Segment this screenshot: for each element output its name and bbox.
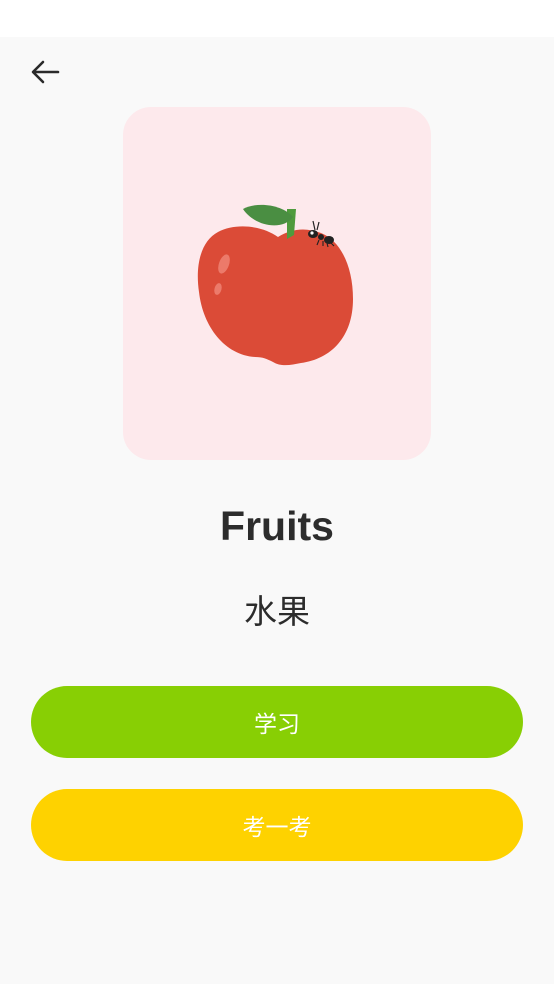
- quiz-button-label: 考一考: [242, 815, 312, 841]
- page-title: Fruits: [220, 503, 334, 549]
- back-arrow-icon: [31, 60, 60, 84]
- fruit-image-card: [123, 107, 431, 460]
- page-subtitle: 水果: [244, 592, 310, 631]
- status-bar: [0, 0, 554, 37]
- back-button[interactable]: [26, 54, 64, 90]
- apple-icon: [197, 204, 353, 366]
- quiz-button[interactable]: 考一考: [31, 789, 523, 861]
- learn-button-label: 学习: [254, 712, 300, 738]
- learn-button[interactable]: 学习: [31, 686, 523, 758]
